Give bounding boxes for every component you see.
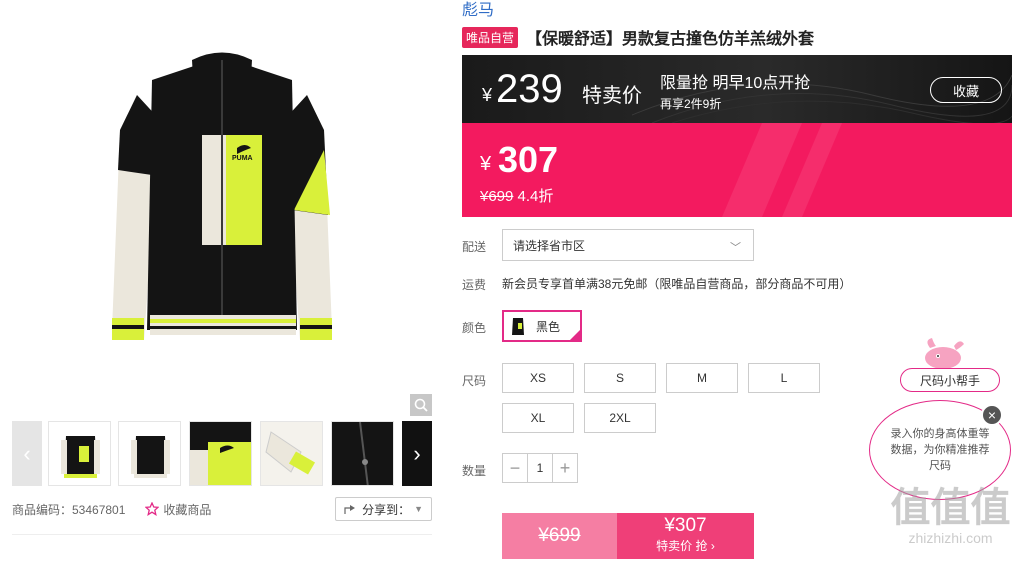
thumb-jacket-back	[131, 436, 170, 478]
watermark: 值值值 zhizhizhi.com	[878, 486, 1023, 546]
self-operated-badge: 唯品自营	[462, 26, 519, 48]
region-select[interactable]: 请选择省市区 ﹀	[502, 229, 754, 261]
watermark-logo: 值值值	[890, 486, 1011, 530]
quantity-label: 数量	[462, 464, 487, 478]
thumb-jacket-front	[61, 436, 100, 478]
title-row: 唯品自营 【保暖舒适】男款复古撞色仿羊羔绒外套	[462, 25, 814, 49]
share-button[interactable]: 分享到： ▼	[335, 497, 432, 521]
thumb-prev-button[interactable]: ‹	[12, 421, 42, 486]
jacket-illustration: PUMA	[112, 52, 332, 340]
shipping-info: 新会员专享首单满38元免邮（限唯品自营商品，部分商品不可用）	[502, 277, 852, 291]
thumbnail-4[interactable]	[260, 421, 323, 486]
size-helper-button[interactable]: 尺码小帮手	[900, 368, 1000, 392]
original-price-button[interactable]: ¥699	[502, 513, 617, 559]
promo-info-line2: 再享2件9折	[660, 97, 722, 111]
delivery-label: 配送	[462, 240, 487, 254]
close-icon[interactable]: ×	[981, 404, 1003, 426]
size-option-l[interactable]: L	[748, 363, 820, 393]
buy-original-price: ¥699	[538, 525, 581, 546]
thumb-cuff-detail	[261, 422, 322, 485]
thumbnail-5[interactable]	[331, 421, 394, 486]
thumbnail-3[interactable]	[189, 421, 252, 486]
current-price: 307	[498, 139, 559, 180]
thumbnail-strip: ‹ ›	[12, 421, 432, 486]
star-icon	[145, 502, 160, 516]
brand-link[interactable]: 彪马	[462, 0, 494, 20]
size-option-xs[interactable]: XS	[502, 363, 574, 393]
product-code: 商品编码：53467801	[12, 502, 126, 517]
thumb-zipper-detail	[332, 422, 393, 485]
product-title: 【保暖舒适】男款复古撞色仿羊羔绒外套	[526, 31, 815, 48]
buy-price: ¥307	[664, 515, 707, 536]
shipping-label: 运费	[462, 278, 487, 292]
promo-price-label: 特卖价	[582, 85, 642, 107]
chevron-right-icon: ›	[413, 440, 421, 466]
buy-action-label: 特卖价 抢 ›	[656, 539, 715, 553]
size-label: 尺码	[462, 374, 487, 388]
svg-text:PUMA: PUMA	[232, 155, 253, 162]
favorite-label: 收藏商品	[163, 502, 212, 517]
color-option-label: 黑色	[536, 319, 561, 334]
chevron-down-icon: ﹀	[730, 242, 741, 254]
mascot-icon	[925, 338, 964, 369]
price-currency: ¥	[480, 153, 492, 175]
original-price: ¥699	[480, 188, 514, 205]
promo-info-line1: 限量抢 明早10点开抢	[660, 75, 811, 92]
region-select-value: 请选择省市区	[513, 238, 586, 253]
collect-button[interactable]: 收藏	[930, 77, 1002, 103]
promo-banner: ¥ 239 特卖价 限量抢 明早10点开抢 再享2件9折 收藏	[462, 55, 1012, 123]
price-banner: ¥ 307 ¥699 4.4折	[462, 123, 1012, 217]
size-option-s[interactable]: S	[584, 363, 656, 393]
zoom-button[interactable]	[410, 394, 432, 416]
size-option-xl[interactable]: XL	[502, 403, 574, 433]
color-option-black[interactable]: 黑色	[502, 310, 582, 342]
promo-currency: ¥	[482, 85, 493, 105]
quantity-input[interactable]: 1	[527, 454, 553, 482]
quantity-stepper: − 1 +	[502, 453, 578, 483]
size-option-m[interactable]: M	[666, 363, 738, 393]
size-option-2xl[interactable]: 2XL	[584, 403, 656, 433]
share-icon	[344, 505, 356, 514]
color-swatch-jacket	[512, 318, 524, 335]
discount-rate: 4.4折	[517, 188, 554, 205]
quantity-minus-button[interactable]: −	[503, 454, 527, 482]
thumb-logo-detail	[190, 422, 251, 485]
thumbnail-1[interactable]	[48, 421, 111, 486]
watermark-url: zhizhizhi.com	[908, 530, 993, 546]
thumb-next-button[interactable]: ›	[402, 421, 432, 486]
product-meta-row: 商品编码：53467801 收藏商品 分享到： ▼	[12, 497, 432, 521]
chevron-left-icon: ‹	[23, 440, 31, 466]
selected-check-icon	[568, 328, 582, 342]
buy-now-button[interactable]: ¥307 特卖价 抢 ›	[617, 513, 754, 559]
quantity-plus-button[interactable]: +	[553, 454, 577, 482]
promo-price: 239	[496, 67, 563, 111]
thumbnail-2[interactable]	[118, 421, 181, 486]
product-main-image[interactable]: PUMA	[12, 0, 432, 418]
original-price-row: ¥699 4.4折	[480, 185, 553, 206]
favorite-link[interactable]: 收藏商品	[145, 501, 211, 518]
divider	[12, 534, 432, 535]
magnifier-icon	[414, 398, 428, 412]
caret-down-icon: ▼	[414, 504, 423, 514]
share-label: 分享到：	[362, 502, 411, 517]
color-label: 颜色	[462, 321, 487, 335]
